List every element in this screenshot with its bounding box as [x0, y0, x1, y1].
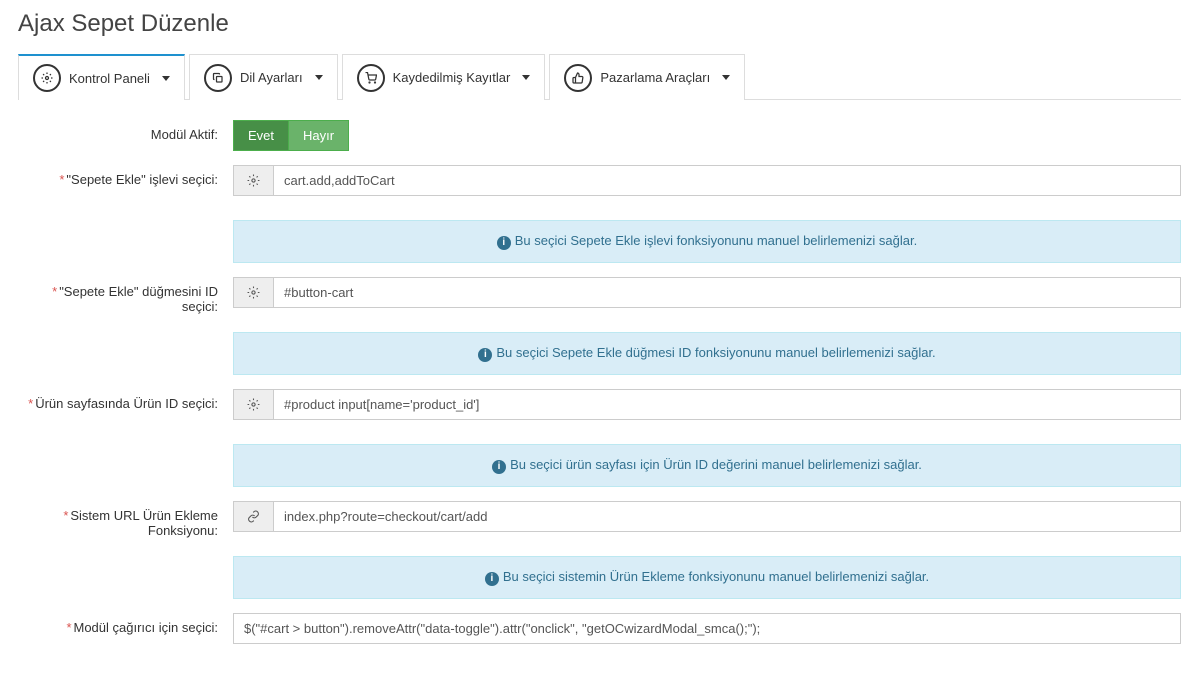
link-icon — [233, 501, 273, 532]
caret-down-icon — [315, 75, 323, 80]
info-icon: i — [478, 348, 492, 362]
input-addtocart-func[interactable] — [273, 165, 1181, 196]
gear-icon — [233, 389, 273, 420]
thumbs-up-icon — [564, 64, 592, 92]
gear-icon — [33, 64, 61, 92]
label-module-active: Modül Aktif: — [18, 120, 233, 142]
cart-icon — [357, 64, 385, 92]
input-module-caller[interactable] — [233, 613, 1181, 644]
tab-bar: Kontrol Paneli Dil Ayarları Kaydedilmiş … — [18, 53, 1181, 100]
row-addtocart-btn: *"Sepete Ekle" düğmesini ID seçici: iBu … — [18, 277, 1181, 375]
gear-icon — [233, 277, 273, 308]
caret-down-icon — [522, 75, 530, 80]
input-system-url[interactable] — [273, 501, 1181, 532]
tab-language-settings[interactable]: Dil Ayarları — [189, 54, 338, 100]
gear-icon — [233, 165, 273, 196]
caret-down-icon — [162, 76, 170, 81]
label-addtocart-btn: *"Sepete Ekle" düğmesini ID seçici: — [18, 277, 233, 314]
label-product-id: *Ürün sayfasında Ürün ID seçici: — [18, 389, 233, 411]
input-product-id[interactable] — [273, 389, 1181, 420]
label-module-caller: *Modül çağırıcı için seçici: — [18, 613, 233, 635]
info-icon: i — [497, 236, 511, 250]
row-system-url: *Sistem URL Ürün Ekleme Fonksiyonu: iBu … — [18, 501, 1181, 599]
help-system-url: iBu seçici sistemin Ürün Ekleme fonksiyo… — [233, 556, 1181, 599]
input-addtocart-btn[interactable] — [273, 277, 1181, 308]
row-addtocart-func: *"Sepete Ekle" işlevi seçici: iBu seçici… — [18, 165, 1181, 263]
tab-marketing-tools[interactable]: Pazarlama Araçları — [549, 54, 745, 100]
toggle-no-button[interactable]: Hayır — [289, 120, 349, 151]
label-system-url: *Sistem URL Ürün Ekleme Fonksiyonu: — [18, 501, 233, 538]
copy-icon — [204, 64, 232, 92]
row-module-active: Modül Aktif: Evet Hayır — [18, 120, 1181, 151]
help-addtocart-btn: iBu seçici Sepete Ekle düğmesi ID fonksi… — [233, 332, 1181, 375]
tab-control-panel[interactable]: Kontrol Paneli — [18, 54, 185, 100]
info-icon: i — [492, 460, 506, 474]
label-addtocart-func: *"Sepete Ekle" işlevi seçici: — [18, 165, 233, 187]
info-icon: i — [485, 572, 499, 586]
tab-saved-records[interactable]: Kaydedilmiş Kayıtlar — [342, 54, 546, 100]
toggle-yes-button[interactable]: Evet — [233, 120, 289, 151]
row-module-caller: *Modül çağırıcı için seçici: — [18, 613, 1181, 644]
tab-label: Kontrol Paneli — [69, 71, 150, 86]
page-title: Ajax Sepet Düzenle — [18, 10, 1181, 38]
help-addtocart-func: iBu seçici Sepete Ekle işlevi fonksiyonu… — [233, 220, 1181, 263]
caret-down-icon — [722, 75, 730, 80]
row-product-id: *Ürün sayfasında Ürün ID seçici: iBu seç… — [18, 389, 1181, 487]
tab-label: Dil Ayarları — [240, 70, 303, 85]
help-product-id: iBu seçici ürün sayfası için Ürün ID değ… — [233, 444, 1181, 487]
tab-label: Kaydedilmiş Kayıtlar — [393, 70, 511, 85]
tab-label: Pazarlama Araçları — [600, 70, 710, 85]
toggle-module-active: Evet Hayır — [233, 120, 349, 151]
